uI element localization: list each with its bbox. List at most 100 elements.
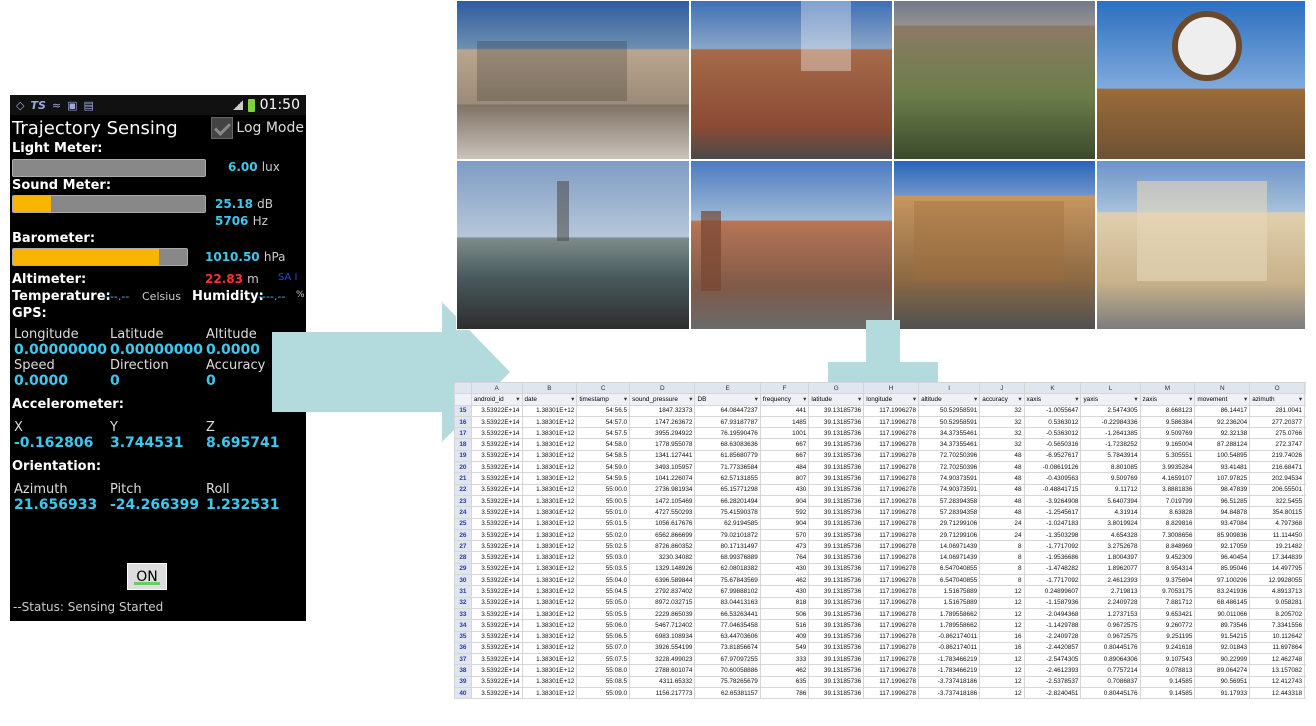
table-cell[interactable]: -35.9953 — [1304, 506, 1306, 519]
table-cell[interactable]: 275.0766 — [1249, 427, 1306, 440]
table-cell[interactable]: 75.41590378 — [694, 506, 761, 519]
row-number[interactable]: 15 — [454, 404, 472, 417]
table-cell[interactable]: 83.241936 — [1194, 585, 1251, 598]
table-cell[interactable]: 2.4612393 — [1080, 574, 1141, 587]
table-cell[interactable]: 39.13185736 — [808, 687, 865, 700]
table-cell[interactable]: 9.107543 — [1139, 653, 1196, 666]
table-cell[interactable]: 2788.601074 — [629, 664, 696, 677]
table-cell[interactable]: 570 — [759, 528, 810, 542]
table-cell[interactable]: 8.954314 — [1139, 562, 1196, 576]
table-cell[interactable]: 592 — [759, 506, 810, 519]
table-cell[interactable]: -2.8240451 — [1023, 687, 1082, 700]
column-header-filter[interactable]: accuracy — [979, 393, 1025, 406]
table-cell[interactable]: 12.462748 — [1249, 653, 1306, 666]
column-letter[interactable]: K — [1023, 382, 1082, 395]
table-cell[interactable]: 96.40454 — [1194, 551, 1251, 564]
table-cell[interactable]: 67.99888102 — [694, 585, 761, 598]
table-cell[interactable]: 1.38301E+12 — [521, 483, 578, 496]
table-cell[interactable]: 333 — [759, 653, 810, 666]
column-letter[interactable]: N — [1194, 382, 1251, 395]
column-header-filter[interactable]: pitch — [1304, 393, 1306, 406]
table-cell[interactable]: -13.7471 — [1304, 630, 1306, 643]
table-cell[interactable]: 11.114450 — [1249, 528, 1306, 542]
table-cell[interactable]: 1041.226074 — [629, 472, 696, 485]
table-cell[interactable]: 7.3008656 — [1139, 528, 1196, 542]
row-number[interactable]: 25 — [454, 517, 472, 530]
table-cell[interactable]: 1.51675889 — [918, 585, 981, 598]
column-letter[interactable]: L — [1080, 382, 1141, 395]
table-cell[interactable]: -1.2641385 — [1080, 427, 1141, 440]
table-cell[interactable]: 55:06.0 — [576, 619, 631, 632]
table-cell[interactable]: 1.38301E+12 — [521, 630, 578, 643]
table-cell[interactable]: -2.0494368 — [1023, 607, 1082, 621]
table-cell[interactable]: 4.8913713 — [1249, 585, 1306, 598]
table-cell[interactable]: -1.7717092 — [1023, 574, 1082, 587]
table-cell[interactable]: 55:07.0 — [576, 641, 631, 655]
table-cell[interactable]: 12 — [979, 675, 1025, 689]
table-cell[interactable]: 2792.837402 — [629, 585, 696, 598]
table-cell[interactable]: 6562.866699 — [629, 528, 696, 542]
table-cell[interactable]: 19.21482 — [1249, 540, 1306, 553]
table-cell[interactable]: -0.22984336 — [1080, 415, 1141, 429]
table-cell[interactable]: 57.28394358 — [918, 506, 981, 519]
table-cell[interactable]: 764 — [759, 551, 810, 564]
table-cell[interactable]: 5.305551 — [1139, 449, 1196, 463]
row-number[interactable]: 18 — [454, 438, 472, 451]
table-cell[interactable]: 97.100296 — [1194, 574, 1251, 587]
table-cell[interactable]: 86.14417 — [1194, 404, 1251, 417]
table-cell[interactable]: 55:03.5 — [576, 562, 631, 576]
table-cell[interactable]: 1.38301E+12 — [521, 404, 578, 417]
table-cell[interactable]: 462 — [759, 574, 810, 587]
table-cell[interactable]: 24 — [979, 517, 1025, 530]
table-cell[interactable]: 1.38301E+12 — [521, 506, 578, 519]
table-cell[interactable]: 462 — [759, 664, 810, 677]
table-cell[interactable]: 55:05.0 — [576, 596, 631, 609]
table-cell[interactable]: 32 — [979, 404, 1025, 417]
table-cell[interactable]: 1.38301E+12 — [521, 607, 578, 621]
table-cell[interactable]: 62.9194585 — [694, 517, 761, 530]
table-cell[interactable]: 98.47839 — [1194, 483, 1251, 496]
row-number[interactable]: 38 — [454, 664, 472, 677]
table-cell[interactable]: 2736.981934 — [629, 483, 696, 496]
table-cell[interactable]: 90.56951 — [1194, 675, 1251, 689]
table-cell[interactable]: -1.4748282 — [1023, 562, 1082, 576]
column-letter[interactable]: O — [1249, 382, 1306, 395]
table-cell[interactable]: -6.9527617 — [1023, 449, 1082, 463]
table-cell[interactable]: 1.789558662 — [918, 619, 981, 632]
table-cell[interactable]: -3.737418186 — [918, 675, 981, 689]
table-cell[interactable]: 117.1996278 — [863, 619, 920, 632]
table-cell[interactable]: 1.38301E+12 — [521, 472, 578, 485]
table-cell[interactable]: 54:59.0 — [576, 461, 631, 474]
table-cell[interactable]: 117.1996278 — [863, 653, 920, 666]
table-cell[interactable]: 107.97825 — [1194, 472, 1251, 485]
table-cell[interactable]: -2.2409728 — [1023, 630, 1082, 643]
table-cell[interactable]: 16 — [979, 630, 1025, 643]
table-cell[interactable]: 8 — [979, 562, 1025, 576]
table-cell[interactable]: 64.08447237 — [694, 404, 761, 417]
table-cell[interactable]: 92.17059 — [1194, 540, 1251, 553]
table-cell[interactable]: 39.13185736 — [808, 506, 865, 519]
log-mode-checkbox[interactable] — [211, 117, 234, 139]
table-cell[interactable]: 202.94534 — [1249, 472, 1306, 485]
column-letter[interactable]: I — [918, 382, 981, 395]
table-cell[interactable]: -51.5806 — [1304, 461, 1306, 474]
table-cell[interactable]: 55:03.0 — [576, 551, 631, 564]
table-cell[interactable]: 39.13185736 — [808, 404, 865, 417]
table-cell[interactable]: 4.31914 — [1080, 506, 1141, 519]
table-cell[interactable]: 12 — [979, 687, 1025, 700]
table-cell[interactable]: 1341.127441 — [629, 449, 696, 463]
table-cell[interactable]: 1.38301E+12 — [521, 687, 578, 700]
table-cell[interactable]: 3.2752678 — [1080, 540, 1141, 553]
table-cell[interactable]: -1.2545617 — [1023, 506, 1082, 519]
table-cell[interactable]: 409 — [759, 630, 810, 643]
column-letter[interactable]: M — [1139, 382, 1196, 395]
table-cell[interactable]: 89.064274 — [1194, 664, 1251, 677]
row-number[interactable]: 35 — [454, 630, 472, 643]
row-number[interactable]: 24 — [454, 506, 472, 519]
table-cell[interactable]: 48 — [979, 472, 1025, 485]
column-header-filter[interactable]: android_id — [470, 393, 523, 406]
table-cell[interactable]: 8.668123 — [1139, 404, 1196, 417]
table-cell[interactable]: -1.3503298 — [1023, 528, 1082, 542]
row-number[interactable]: 19 — [454, 449, 472, 463]
table-cell[interactable]: 3.53922E+14 — [470, 494, 523, 508]
